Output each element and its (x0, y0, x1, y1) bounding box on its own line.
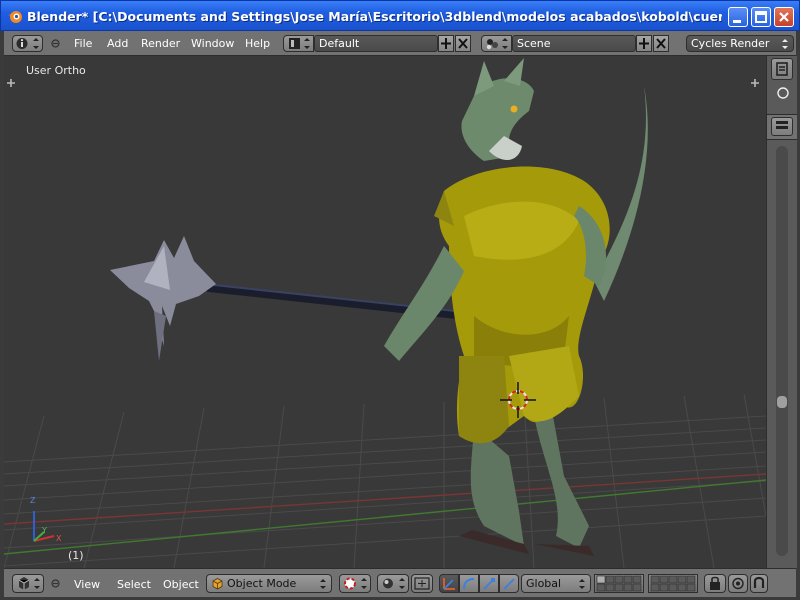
editor-type-button[interactable] (12, 35, 43, 52)
screen-layout-icon (289, 38, 310, 49)
mode-label: Object Mode (227, 577, 297, 590)
mode-select[interactable]: Object Mode (206, 574, 332, 593)
maximize-button[interactable] (751, 7, 771, 27)
editor-type-3d-button[interactable] (12, 574, 44, 593)
orientation-select[interactable]: Global (521, 574, 591, 593)
dropdown-arrows-icon (782, 39, 788, 49)
toolshelf-toggle-icon[interactable] (6, 78, 16, 88)
translate-manipulator-button[interactable] (439, 574, 459, 593)
menu-select[interactable]: Select (117, 578, 151, 591)
close-icon (656, 38, 666, 49)
snap-icon (753, 576, 765, 588)
manipulator-icon (414, 577, 430, 590)
scene-browse[interactable] (481, 35, 512, 52)
layers-group-1[interactable] (594, 574, 644, 593)
layers-group-2[interactable] (648, 574, 698, 593)
minimize-button[interactable] (728, 7, 748, 27)
render-preview-button[interactable] (728, 574, 748, 593)
window-titlebar: Blender* [C:\Documents and Settings\Jose… (0, 0, 800, 31)
screen-layout-field[interactable]: Default (314, 35, 438, 52)
cube-icon (212, 578, 223, 590)
add-scene-button[interactable] (636, 35, 652, 52)
orientation-label: Global (526, 577, 562, 590)
properties-icon (776, 62, 788, 76)
scene-field[interactable]: Scene (512, 35, 636, 52)
rotate-manipulator-button[interactable] (459, 574, 479, 593)
transform-icon (503, 578, 515, 590)
add-icon (441, 38, 451, 49)
window-title: Blender* [C:\Documents and Settings\Jose… (27, 9, 722, 24)
scene-icon (486, 38, 508, 50)
manipulator-toggle[interactable] (411, 574, 433, 593)
render-engine-select[interactable]: Cycles Render (686, 35, 794, 52)
delete-screen-button[interactable] (455, 35, 471, 52)
close-window-button[interactable] (774, 7, 794, 27)
outliner-editor-button[interactable] (771, 117, 793, 136)
info-header: File Add Render Window Help Default Scen… (4, 31, 796, 56)
collapse-menu-icon[interactable] (51, 579, 60, 588)
outliner-icon (776, 121, 788, 129)
kobold-model (384, 58, 610, 556)
3d-view-header: View Select Object Object Mode Global (4, 568, 796, 597)
outliner-header (767, 114, 797, 140)
translate-icon (443, 578, 455, 590)
viewport-shading-select[interactable] (377, 574, 409, 593)
menu-view[interactable]: View (74, 578, 100, 591)
menu-render[interactable]: Render (141, 37, 180, 50)
pivot-point-select[interactable] (339, 574, 371, 593)
add-screen-button[interactable] (438, 35, 454, 52)
properties-toggle-icon[interactable] (750, 78, 760, 88)
lock-layers-button[interactable] (704, 574, 726, 593)
render-engine-label: Cycles Render (691, 37, 770, 50)
axis-label-x: X (56, 534, 62, 543)
maximize-icon (755, 11, 767, 23)
vertical-scrollbar[interactable] (776, 146, 788, 556)
add-icon (639, 38, 649, 49)
axis-label-z: Z (30, 496, 36, 505)
lock-icon (710, 576, 720, 590)
layers-grid-icon (650, 575, 696, 592)
minimize-icon (733, 20, 741, 23)
close-icon (779, 12, 789, 22)
axis-label-y: Y (42, 526, 47, 535)
collapse-circle-icon[interactable] (776, 86, 790, 100)
view-label: User Ortho (26, 64, 86, 77)
frame-label: (1) (68, 549, 84, 562)
scale-icon (483, 578, 495, 590)
dropdown-arrows-icon (320, 579, 326, 589)
menu-add[interactable]: Add (107, 37, 128, 50)
rotate-icon (463, 578, 475, 590)
snap-toggle[interactable] (750, 574, 768, 593)
render-preview-icon (732, 577, 744, 590)
blender-logo-icon (8, 11, 22, 23)
transform-space-button[interactable] (499, 574, 519, 593)
viewport-scene[interactable] (4, 56, 766, 568)
layers-grid-icon (596, 575, 642, 592)
collapse-menu-icon[interactable] (51, 39, 60, 48)
shading-icon (383, 578, 405, 589)
properties-editor-button[interactable] (771, 58, 793, 80)
close-icon (458, 38, 468, 49)
3d-view-icon (18, 577, 40, 590)
dropdown-arrows-icon (579, 579, 585, 589)
scale-manipulator-button[interactable] (479, 574, 499, 593)
3d-viewport[interactable]: User Ortho Z Y X (1) (4, 56, 766, 568)
menu-window[interactable]: Window (191, 37, 234, 50)
pivot-icon (344, 577, 367, 590)
menu-file[interactable]: File (74, 37, 92, 50)
delete-scene-button[interactable] (653, 35, 669, 52)
info-editor-icon (16, 38, 39, 49)
menu-object[interactable]: Object (163, 578, 199, 591)
menu-help[interactable]: Help (245, 37, 270, 50)
screen-layout-browse[interactable] (283, 35, 314, 52)
scrollbar-thumb[interactable] (777, 396, 787, 408)
properties-editor-strip (766, 56, 797, 568)
